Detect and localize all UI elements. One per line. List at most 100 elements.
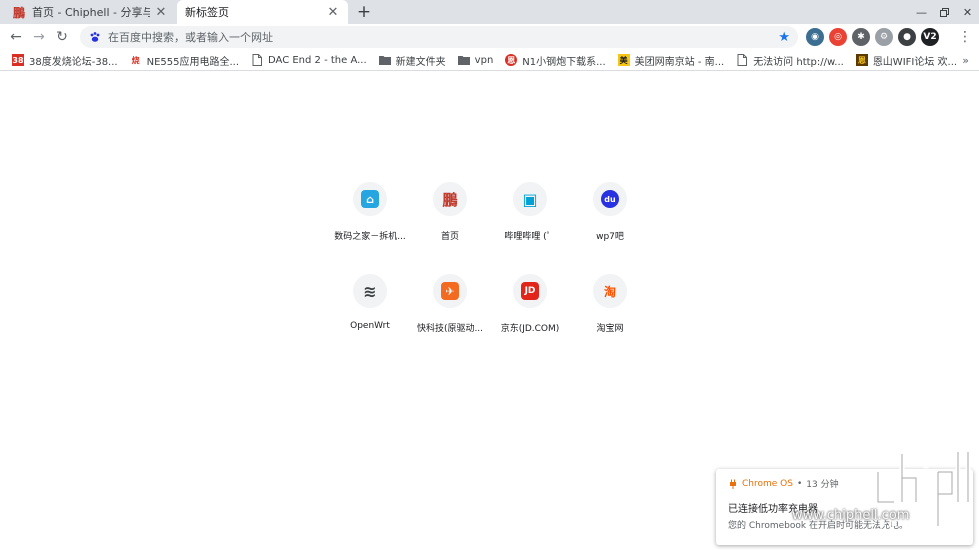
- notification-header: Chrome OS • 13 分钟: [728, 477, 961, 490]
- page-icon: [736, 54, 748, 66]
- shortcut-tile[interactable]: ✈ 快科技(原驱动...: [410, 272, 490, 344]
- bookmark-item[interactable]: 美 美团网南京站 - 南...: [612, 50, 731, 70]
- bookmark-item[interactable]: 恩 N1小钢炮下载系...: [499, 50, 611, 70]
- shortcut-tile[interactable]: ▣ 哔哩哔哩 (゜: [490, 180, 570, 252]
- arrow-right-icon: →: [33, 29, 45, 45]
- bookmark-label: 美团网南京站 - 南...: [634, 56, 725, 68]
- arrow-left-icon: ←: [10, 29, 22, 45]
- notification-time: 13 分钟: [806, 480, 839, 490]
- minimize-button[interactable]: —: [910, 0, 933, 24]
- tab-title: 新标签页: [185, 6, 229, 19]
- shortcut-label: 京东(JD.COM): [500, 324, 560, 334]
- mydigit-icon: ⌂: [361, 190, 379, 208]
- forward-button[interactable]: →: [29, 27, 49, 47]
- bookmark-star-icon[interactable]: ★: [778, 30, 790, 45]
- tile-icon-bg: 鵬: [433, 182, 467, 216]
- toolbar-divider: [0, 70, 979, 71]
- ext-target-icon[interactable]: ◎: [829, 28, 847, 46]
- bookmarks-overflow-button[interactable]: »: [962, 50, 969, 70]
- tab-close-icon[interactable]: ✕: [154, 5, 168, 20]
- tile-icon-bg: du: [593, 182, 627, 216]
- enshan-icon: 恩: [855, 54, 868, 66]
- shortcut-grid: ⌂ 数码之家－拆机... 鵬 首页 ▣ 哔哩哔哩 (゜ du wp7吧 ≋ Op…: [330, 180, 650, 344]
- shortcut-tile[interactable]: du wp7吧: [570, 180, 650, 252]
- shortcut-tile[interactable]: ⌂ 数码之家－拆机...: [330, 180, 410, 252]
- tile-icon-bg: ≋: [353, 274, 387, 308]
- meituan-icon: 美: [617, 54, 630, 66]
- bookmarks-bar: 38 38度发烧论坛-38... 烧 NE555应用电路全... DAC End…: [0, 50, 979, 70]
- tab-title: 首页 - Chiphell - 分享与交流用户体验: [32, 6, 150, 19]
- bookmark-item[interactable]: 恩 恩山WIFI论坛 欢...: [850, 50, 963, 70]
- chiphell-favicon-icon: 鵬: [12, 5, 25, 20]
- bilibili-icon: ▣: [522, 189, 538, 209]
- ext-v2-icon[interactable]: V2: [921, 28, 939, 46]
- power-plug-icon: [730, 479, 736, 489]
- tab-new-tab[interactable]: 新标签页 ✕: [177, 0, 348, 24]
- bookmark-item[interactable]: DAC End 2 - the A...: [245, 50, 373, 70]
- baidu-paw-icon: du: [601, 190, 619, 208]
- bookmark-item[interactable]: 38 38度发烧论坛-38...: [6, 50, 124, 70]
- folder-icon: [457, 54, 470, 66]
- tile-icon-bg: ⌂: [353, 182, 387, 216]
- bookmark-item[interactable]: 烧 NE555应用电路全...: [124, 50, 245, 70]
- extension-icons: ◉ ◎ ✱ ⚙ ● V2: [806, 28, 944, 46]
- folder-icon: [378, 54, 391, 66]
- n1-site-icon: 恩: [505, 54, 518, 66]
- tab-close-icon[interactable]: ✕: [326, 5, 340, 20]
- omnibox[interactable]: ★: [80, 26, 798, 48]
- minimize-icon: —: [916, 5, 927, 19]
- shortcut-label: wp7吧: [596, 232, 624, 242]
- omnibox-input[interactable]: [108, 30, 779, 44]
- bookmark-folder[interactable]: vpn: [452, 50, 500, 70]
- close-window-button[interactable]: ✕: [956, 0, 979, 24]
- bookmark-label: 新建文件夹: [395, 56, 446, 68]
- shortcut-tile[interactable]: 淘 淘宝网: [570, 272, 650, 344]
- restore-button[interactable]: [933, 0, 956, 24]
- 38-site-icon: 38: [12, 54, 24, 66]
- notification-separator: •: [796, 478, 803, 489]
- shortcut-tile[interactable]: JD 京东(JD.COM): [490, 272, 570, 344]
- baidu-paw-icon: [88, 30, 102, 44]
- back-button[interactable]: ←: [6, 27, 26, 47]
- shortcut-label: OpenWrt: [350, 321, 390, 331]
- plus-icon: +: [356, 2, 372, 22]
- bookmark-label: DAC End 2 - the A...: [268, 54, 367, 66]
- chiphell-icon: 鵬: [442, 190, 458, 209]
- tile-icon-bg: JD: [513, 274, 547, 308]
- bookmark-label: vpn: [474, 54, 494, 66]
- taobao-icon: 淘: [603, 284, 616, 299]
- double-chevron-right-icon: »: [962, 53, 969, 67]
- bookmark-label: 无法访问 http://w...: [753, 56, 844, 68]
- shortcut-tile[interactable]: ≋ OpenWrt: [330, 272, 410, 344]
- reload-icon: ↻: [56, 29, 68, 45]
- jd-icon: JD: [521, 282, 539, 300]
- shortcut-label: 数码之家－拆机...: [334, 232, 406, 242]
- shortcut-tile[interactable]: 鵬 首页: [410, 180, 490, 252]
- ext-puzzle-icon[interactable]: ✱: [852, 28, 870, 46]
- ext-toggle-icon[interactable]: ●: [898, 28, 916, 46]
- close-icon: ✕: [962, 5, 973, 19]
- new-tab-button[interactable]: +: [354, 2, 374, 22]
- toolbar: ← → ↻ ★ ◉ ◎ ✱ ⚙ ● V2 ⋮: [0, 24, 979, 50]
- ext-globe-icon[interactable]: ◉: [806, 28, 824, 46]
- bookmark-label: N1小钢炮下载系...: [522, 56, 606, 68]
- kebab-menu-icon: ⋮: [958, 29, 972, 45]
- shortcut-label: 首页: [440, 232, 459, 242]
- bookmark-label: 38度发烧论坛-38...: [29, 56, 118, 68]
- tile-icon-bg: ▣: [513, 182, 547, 216]
- reload-button[interactable]: ↻: [52, 27, 72, 47]
- tab-strip: 鵬 首页 - Chiphell - 分享与交流用户体验 ✕ 新标签页 ✕ + —…: [0, 0, 979, 24]
- restore-icon: [940, 7, 949, 17]
- ext-gear-icon[interactable]: ⚙: [875, 28, 893, 46]
- tile-icon-bg: 淘: [593, 274, 627, 308]
- bookmark-folder[interactable]: 新建文件夹: [373, 50, 452, 70]
- page-icon: [251, 54, 263, 66]
- bookmark-item[interactable]: 无法访问 http://w...: [730, 50, 850, 70]
- system-notification[interactable]: Chrome OS • 13 分钟 已连接低功率充电器 您的 Chromeboo…: [716, 469, 973, 545]
- shortcut-label: 淘宝网: [596, 324, 624, 334]
- watermark-url: www.chiphell.com: [792, 508, 910, 523]
- chrome-menu-button[interactable]: ⋮: [955, 27, 975, 47]
- tab-chiphell[interactable]: 鵬 首页 - Chiphell - 分享与交流用户体验 ✕: [4, 0, 176, 24]
- bookmark-label: NE555应用电路全...: [146, 56, 240, 68]
- shortcut-label: 快科技(原驱动...: [416, 324, 484, 334]
